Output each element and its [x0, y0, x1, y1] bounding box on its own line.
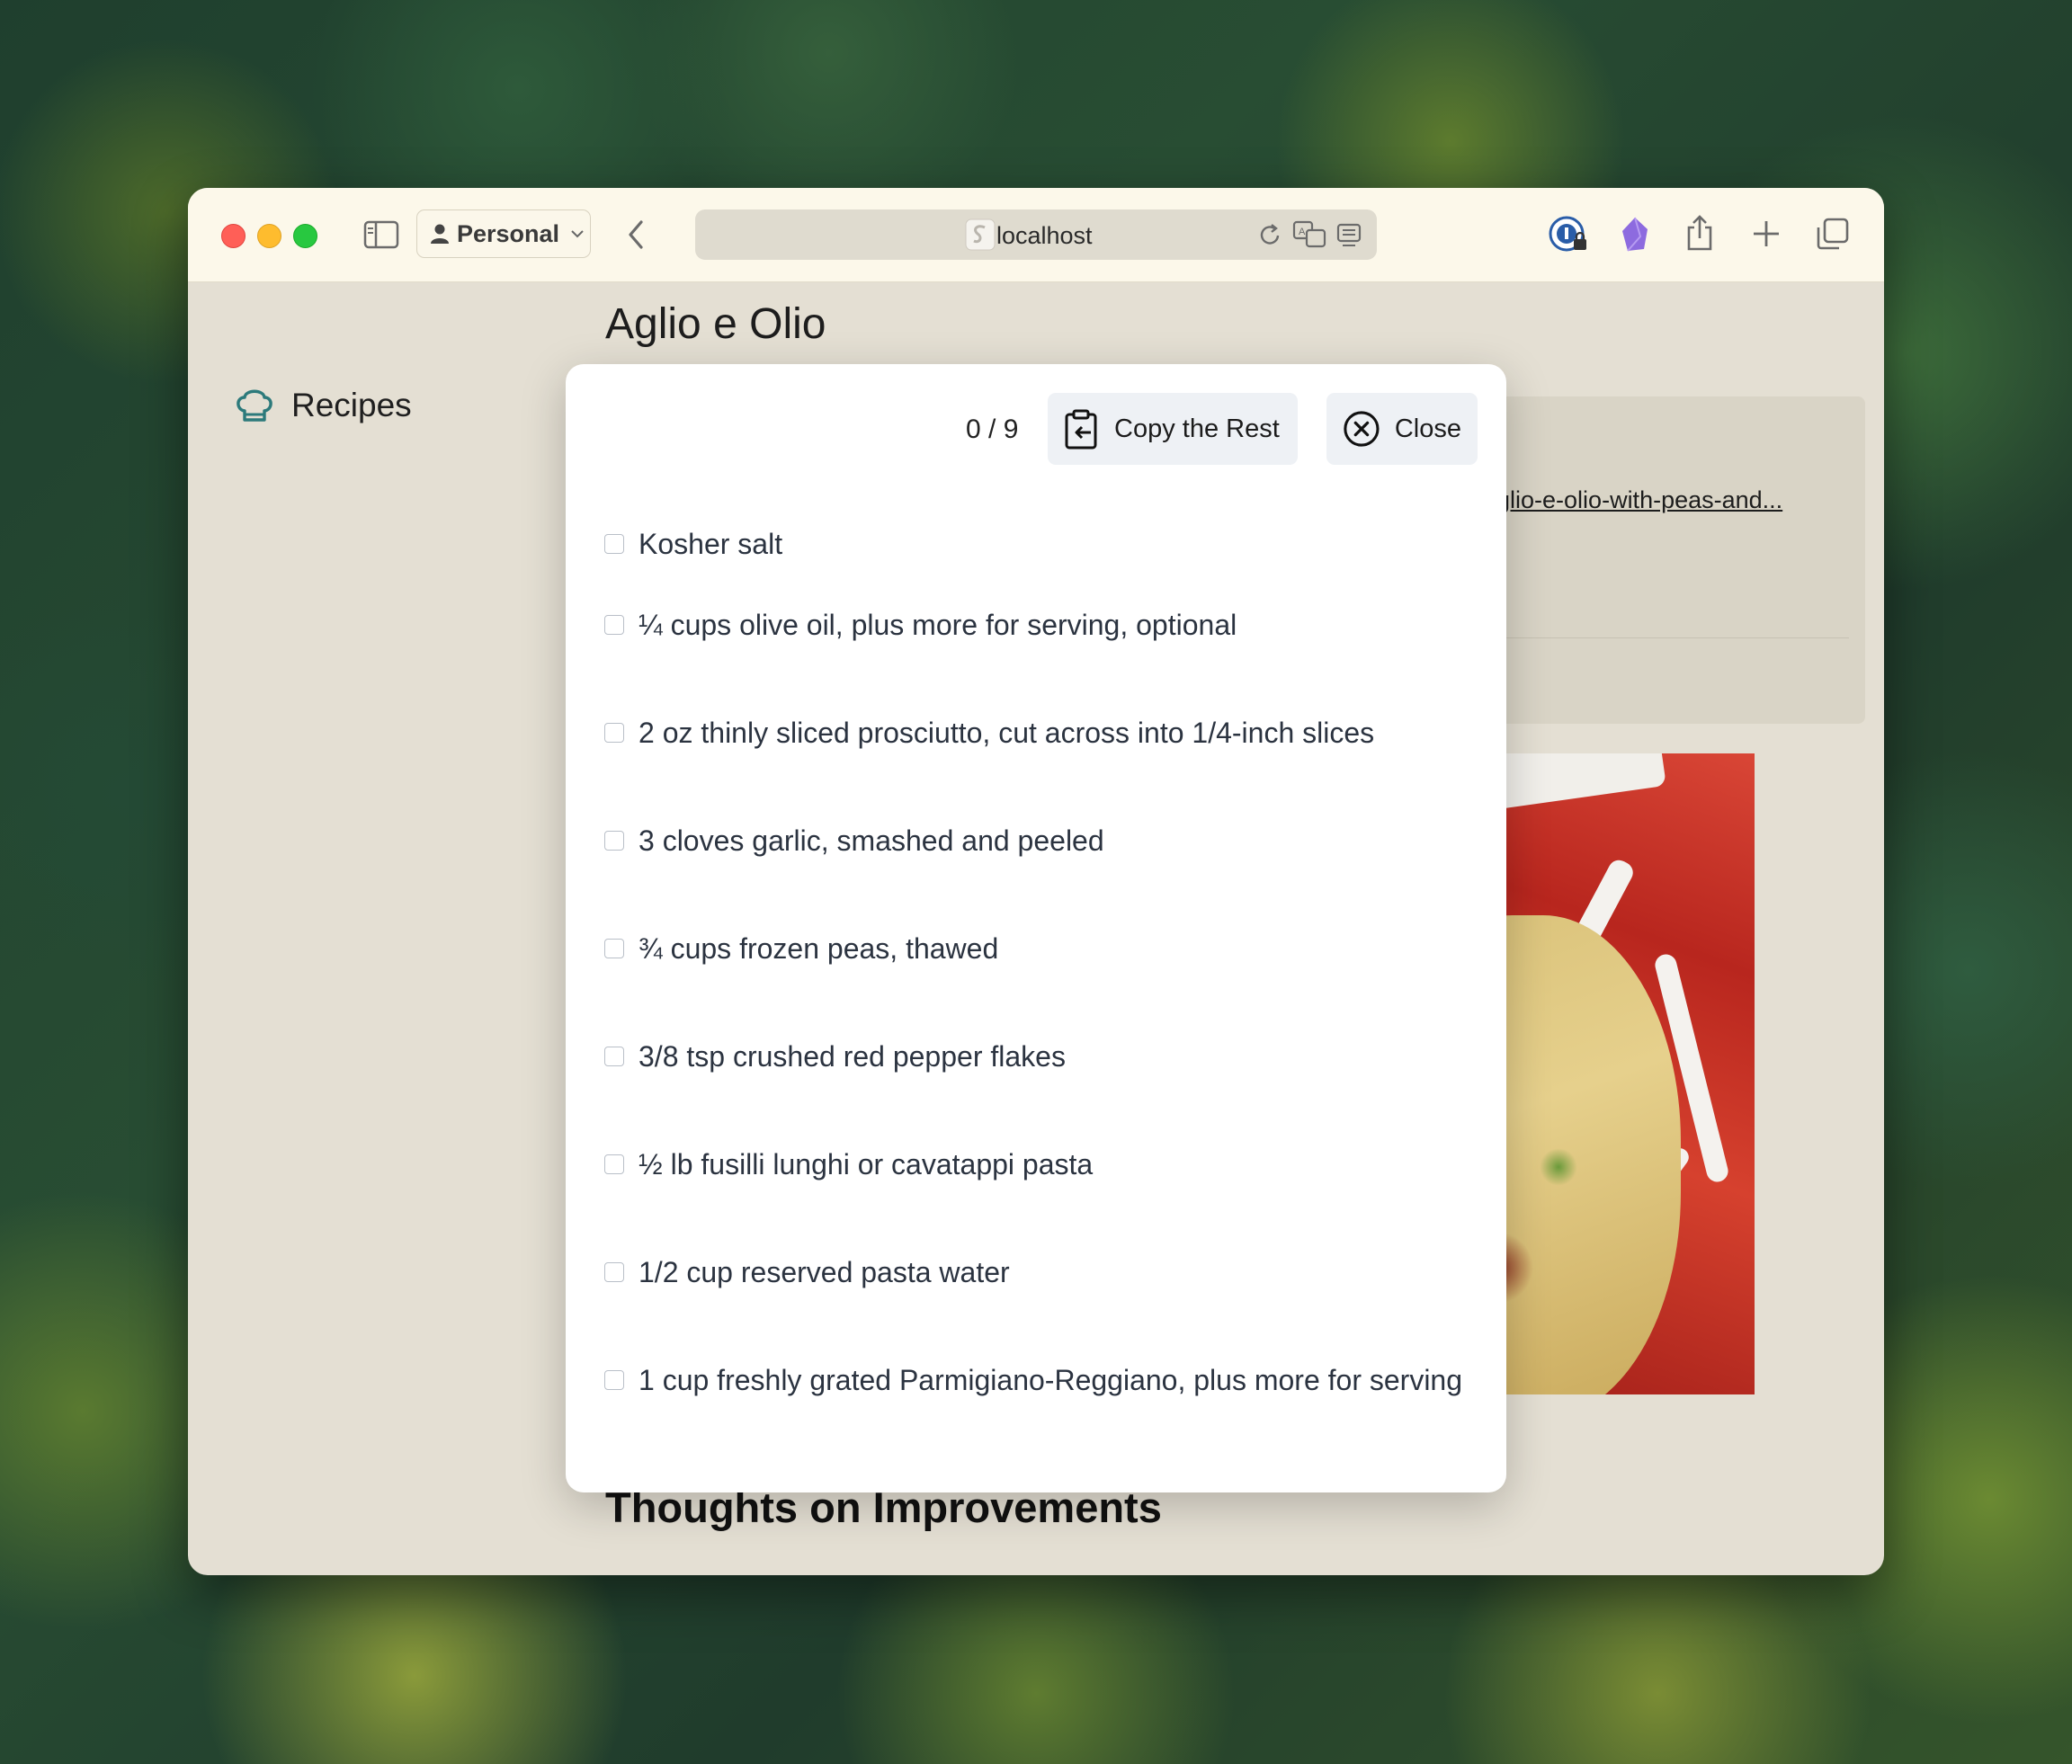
chevron-down-icon: [571, 230, 584, 238]
sidebar-toggle-icon[interactable]: [363, 220, 399, 249]
ingredient-checkbox[interactable]: [604, 939, 624, 958]
minimize-window-button[interactable]: [257, 224, 281, 248]
browser-toolbar: Personal localhost A: [188, 188, 1884, 282]
divider: [1483, 637, 1849, 638]
copy-rest-label: Copy the Rest: [1114, 414, 1280, 443]
ingredient-label: ½ lb fusilli lunghi or cavatappi pasta: [639, 1147, 1094, 1180]
password-manager-icon[interactable]: [1549, 215, 1588, 254]
profile-label: Personal: [457, 219, 560, 247]
ingredient-checkbox[interactable]: [604, 1047, 624, 1066]
ingredient-item[interactable]: ½ lb fusilli lunghi or cavatappi pasta: [604, 1110, 1495, 1218]
ingredient-checkbox[interactable]: [604, 1154, 624, 1174]
sidebar-item-recipes[interactable]: Recipes: [234, 386, 412, 425]
ingredient-item[interactable]: 3/8 tsp crushed red pepper flakes: [604, 1002, 1495, 1110]
close-button[interactable]: Close: [1326, 393, 1478, 465]
person-icon: [431, 224, 449, 244]
tab-overview-icon[interactable]: [1816, 217, 1850, 251]
ingredient-item[interactable]: Kosher salt: [604, 517, 1495, 571]
chef-hat-icon: [237, 389, 272, 422]
close-circle-icon: [1344, 411, 1380, 447]
profile-selector[interactable]: Personal: [416, 209, 591, 258]
clipboard-copy-icon: [1065, 409, 1097, 450]
sidebar-item-label: Recipes: [291, 387, 412, 423]
site-favicon-icon: [965, 218, 996, 251]
new-tab-icon[interactable]: [1751, 218, 1782, 249]
ingredient-item[interactable]: ¼ cups olive oil, plus more for serving,…: [604, 571, 1495, 679]
page-title: Aglio e Olio: [605, 300, 826, 348]
copy-rest-button[interactable]: Copy the Rest: [1048, 393, 1298, 465]
ingredient-label: Kosher salt: [639, 527, 783, 560]
close-label: Close: [1394, 414, 1461, 443]
ingredient-item[interactable]: 2 oz thinly sliced prosciutto, cut acros…: [604, 679, 1495, 787]
ingredient-checkbox[interactable]: [604, 534, 624, 554]
svg-text:A: A: [1299, 227, 1306, 237]
ingredient-label: ¼ cups olive oil, plus more for serving,…: [639, 608, 1237, 641]
maximize-window-button[interactable]: [293, 224, 317, 248]
checked-counter: 0 / 9: [966, 414, 1019, 444]
ingredient-checkbox[interactable]: [604, 831, 624, 851]
translate-icon[interactable]: A: [1292, 220, 1326, 249]
recipe-photo: [1483, 753, 1755, 1394]
ingredient-label: 1 cup freshly grated Parmigiano-Reggiano…: [639, 1363, 1463, 1396]
reload-icon[interactable]: [1256, 222, 1283, 249]
ingredient-list: Kosher salt ¼ cups olive oil, plus more …: [604, 517, 1495, 1434]
ingredient-label: 2 oz thinly sliced prosciutto, cut acros…: [639, 716, 1375, 749]
ingredient-item[interactable]: 3 cloves garlic, smashed and peeled: [604, 787, 1495, 895]
ingredient-label: ¾ cups frozen peas, thawed: [639, 931, 999, 965]
close-window-button[interactable]: [221, 224, 246, 248]
ingredient-checkbox[interactable]: [604, 615, 624, 635]
extension-icon[interactable]: [1617, 215, 1653, 254]
url-text: localhost: [996, 222, 1093, 249]
share-icon[interactable]: [1684, 213, 1716, 253]
address-bar[interactable]: localhost A: [695, 209, 1377, 260]
ingredient-item[interactable]: ¾ cups frozen peas, thawed: [604, 895, 1495, 1002]
reader-icon[interactable]: [1335, 222, 1362, 249]
ingredient-label: 3 cloves garlic, smashed and peeled: [639, 824, 1104, 857]
ingredient-label: 3/8 tsp crushed red pepper flakes: [639, 1039, 1066, 1073]
ingredient-checkbox[interactable]: [604, 723, 624, 743]
ingredient-item[interactable]: 1/2 cup reserved pasta water: [604, 1218, 1495, 1326]
ingredients-modal: 0 / 9 Copy the Rest Close Kosher salt ¼ …: [566, 364, 1506, 1492]
back-icon[interactable]: [625, 218, 648, 251]
ingredient-checkbox[interactable]: [604, 1262, 624, 1282]
ingredient-checkbox[interactable]: [604, 1370, 624, 1390]
ingredient-label: 1/2 cup reserved pasta water: [639, 1255, 1010, 1288]
ingredient-item[interactable]: 1 cup freshly grated Parmigiano-Reggiano…: [604, 1326, 1495, 1434]
source-link[interactable]: aglio-e-olio-with-peas-and...: [1483, 486, 1782, 514]
recipe-source-card: aglio-e-olio-with-peas-and...: [1483, 396, 1865, 724]
